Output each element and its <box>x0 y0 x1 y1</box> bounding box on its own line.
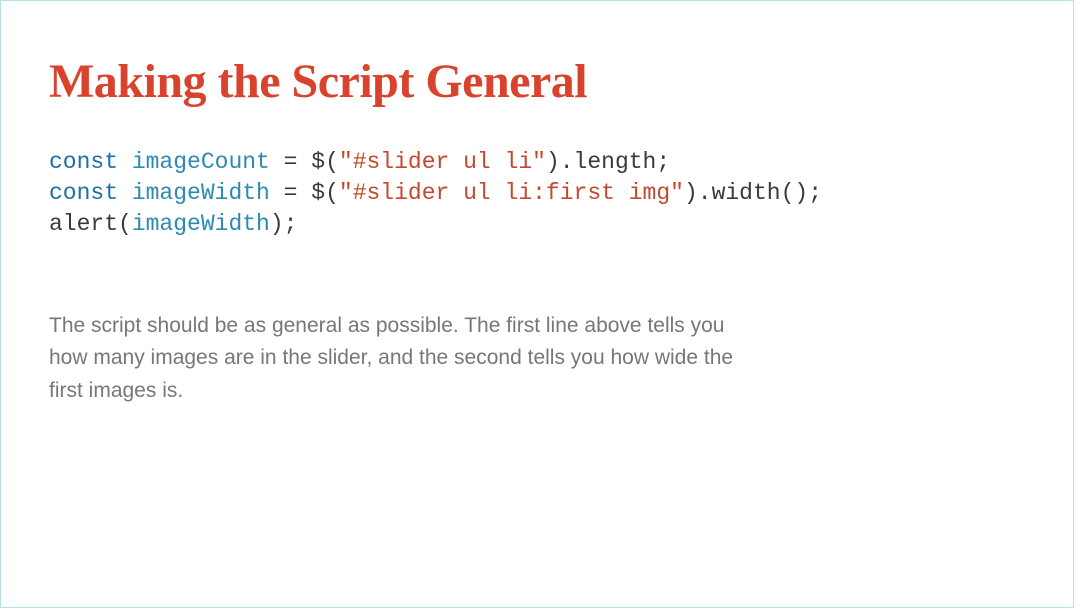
code-string: "#slider ul li" <box>339 149 546 175</box>
code-punct: $( <box>311 149 339 175</box>
code-punct: ). <box>546 149 574 175</box>
slide-title: Making the Script General <box>49 56 1025 109</box>
code-variable: imageCount <box>132 149 270 175</box>
code-function: width <box>712 180 781 206</box>
code-snippet: const imageCount = $("#slider ul li").le… <box>49 147 1025 240</box>
code-string: "#slider ul li:first img" <box>339 180 684 206</box>
code-variable: imageWidth <box>132 180 270 206</box>
code-punct: ; <box>808 180 822 206</box>
code-keyword: const <box>49 149 118 175</box>
code-punct: = <box>270 149 311 175</box>
code-punct: () <box>781 180 809 206</box>
code-function: alert <box>49 211 118 237</box>
code-punct: ) <box>270 211 284 237</box>
code-argument: imageWidth <box>132 211 270 237</box>
code-keyword: const <box>49 180 118 206</box>
code-punct: ; <box>284 211 298 237</box>
code-punct: = <box>270 180 311 206</box>
code-property: length <box>574 149 657 175</box>
code-punct: $( <box>311 180 339 206</box>
body-paragraph: The script should be as general as possi… <box>49 310 749 408</box>
code-punct: ( <box>118 211 132 237</box>
code-punct: ). <box>684 180 712 206</box>
code-punct: ; <box>656 149 670 175</box>
